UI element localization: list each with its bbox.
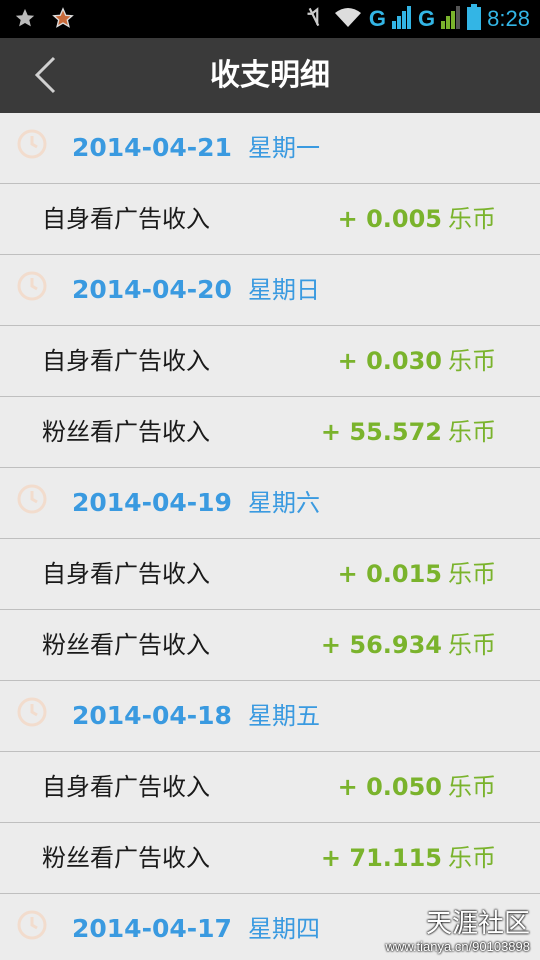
network-type-2: G [418, 6, 436, 31]
date-label: 2014-04-19 [72, 488, 232, 517]
signal-icon [441, 5, 461, 33]
transaction-amount: + 0.050 乐币 [338, 752, 496, 822]
clock-icon [17, 484, 47, 514]
transaction-amount: + 55.572 乐币 [321, 397, 496, 467]
transaction-amount: + 0.015 乐币 [338, 539, 496, 609]
transaction-label: 粉丝看广告收入 [42, 418, 210, 446]
transaction-list[interactable]: 2014-04-21 星期一 自身看广告收入 + 0.005 乐币 2014-04-20 星… [0, 113, 540, 960]
transaction-row[interactable]: 自身看广告收入 + 0.005 乐币 [0, 184, 540, 255]
amount-unit: 乐币 [448, 560, 496, 588]
clock-icon [17, 271, 47, 301]
date-label: 2014-04-21 [72, 133, 232, 162]
transaction-amount: + 0.005 乐币 [338, 184, 496, 254]
star-icon [14, 7, 36, 33]
transaction-label: 自身看广告收入 [42, 560, 210, 588]
amount-unit: 乐币 [448, 844, 496, 872]
date-label: 2014-04-17 [72, 914, 232, 943]
date-header-row: 2014-04-20 星期日 [0, 255, 540, 326]
transaction-row[interactable]: 粉丝看广告收入 + 56.934 乐币 [0, 610, 540, 681]
watermark-url: www.tianya.cn/90103898 [385, 939, 530, 954]
weekday-label: 星期四 [248, 915, 320, 943]
star-outline-icon [52, 7, 74, 33]
date-header-row: 2014-04-19 星期六 [0, 468, 540, 539]
transaction-label: 自身看广告收入 [42, 205, 210, 233]
amount-unit: 乐币 [448, 773, 496, 801]
status-bar: G G 8:28 [0, 0, 540, 38]
amount-value: + 0.015 [337, 560, 442, 588]
amount-value: + 0.050 [337, 773, 442, 801]
amount-unit: 乐币 [448, 347, 496, 375]
clock-icon [17, 910, 47, 940]
weekday-label: 星期日 [248, 276, 320, 304]
transaction-amount: + 56.934 乐币 [321, 610, 496, 680]
transaction-label: 自身看广告收入 [42, 347, 210, 375]
weekday-label: 星期六 [248, 489, 320, 517]
transaction-amount: + 0.030 乐币 [338, 326, 496, 396]
weekday-label: 星期一 [248, 134, 320, 162]
date-header-row: 2014-04-21 星期一 [0, 113, 540, 184]
date-label: 2014-04-18 [72, 701, 232, 730]
amount-unit: 乐币 [448, 418, 496, 446]
amount-value: + 0.005 [337, 205, 442, 233]
watermark: 天涯社区 www.tianya.cn/90103898 [385, 909, 530, 954]
title-bar: 收支明细 [0, 38, 540, 113]
clock-time: 8:28 [487, 6, 530, 31]
signal-icon [392, 5, 412, 33]
clock-icon [17, 697, 47, 727]
transaction-row[interactable]: 自身看广告收入 + 0.050 乐币 [0, 752, 540, 823]
transaction-amount: + 71.115 乐币 [321, 823, 496, 893]
date-header-row: 2014-04-18 星期五 [0, 681, 540, 752]
transaction-row[interactable]: 粉丝看广告收入 + 71.115 乐币 [0, 823, 540, 894]
amount-value: + 55.572 [320, 418, 442, 446]
battery-icon [467, 4, 482, 34]
amount-value: + 56.934 [320, 631, 442, 659]
watermark-title: 天涯社区 [425, 909, 530, 939]
amount-value: + 71.115 [320, 844, 442, 872]
transaction-row[interactable]: 自身看广告收入 + 0.015 乐币 [0, 539, 540, 610]
clock-icon [17, 129, 47, 159]
page-title: 收支明细 [210, 58, 330, 93]
transaction-row[interactable]: 自身看广告收入 + 0.030 乐币 [0, 326, 540, 397]
weekday-label: 星期五 [248, 702, 320, 730]
transaction-label: 自身看广告收入 [42, 773, 210, 801]
wifi-icon [333, 5, 363, 33]
transaction-label: 粉丝看广告收入 [42, 844, 210, 872]
amount-unit: 乐币 [448, 205, 496, 233]
amount-unit: 乐币 [448, 631, 496, 659]
network-type-1: G [368, 6, 387, 31]
mute-icon [301, 4, 327, 34]
transaction-label: 粉丝看广告收入 [42, 631, 210, 659]
transaction-row[interactable]: 粉丝看广告收入 + 55.572 乐币 [0, 397, 540, 468]
amount-value: + 0.030 [337, 347, 442, 375]
date-label: 2014-04-20 [72, 275, 232, 304]
